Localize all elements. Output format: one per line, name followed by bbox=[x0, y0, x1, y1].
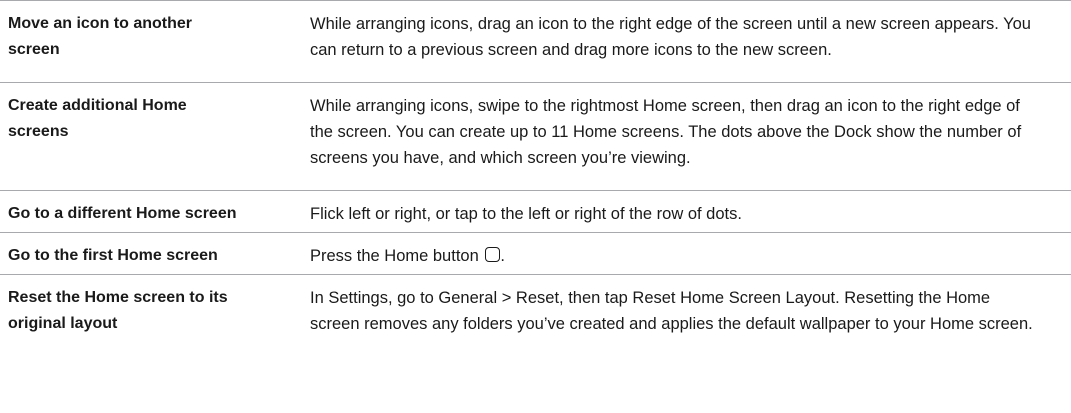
task-cell: Create additional Home screens bbox=[8, 97, 187, 140]
description-text: Press the Home button bbox=[310, 247, 479, 265]
table-row: Go to a different Home screen Flick left… bbox=[0, 191, 1071, 233]
table-row: Reset the Home screen to its original la… bbox=[0, 275, 1071, 413]
description-cell: Flick left or right, or tap to the left … bbox=[310, 205, 742, 223]
task-cell: Move an icon to another screen bbox=[8, 15, 193, 58]
description-cell: In Settings, go to General > Reset, then… bbox=[310, 289, 1033, 333]
table-row: Move an icon to another screen While arr… bbox=[0, 1, 1071, 83]
task-cell: Go to the first Home screen bbox=[8, 247, 218, 264]
table-row: Go to the first Home screen Press the Ho… bbox=[0, 233, 1071, 275]
description-cell: Press the Home button . bbox=[310, 247, 505, 265]
task-cell: Go to a different Home screen bbox=[8, 205, 237, 222]
home-button-icon bbox=[485, 247, 501, 262]
description-cell: While arranging icons, drag an icon to t… bbox=[310, 15, 1031, 59]
table-row: Create additional Home screens While arr… bbox=[0, 83, 1071, 191]
task-cell: Reset the Home screen to its original la… bbox=[8, 289, 228, 332]
description-cell: While arranging icons, swipe to the righ… bbox=[310, 97, 1022, 167]
instructions-table: Move an icon to another screen While arr… bbox=[0, 0, 1071, 413]
